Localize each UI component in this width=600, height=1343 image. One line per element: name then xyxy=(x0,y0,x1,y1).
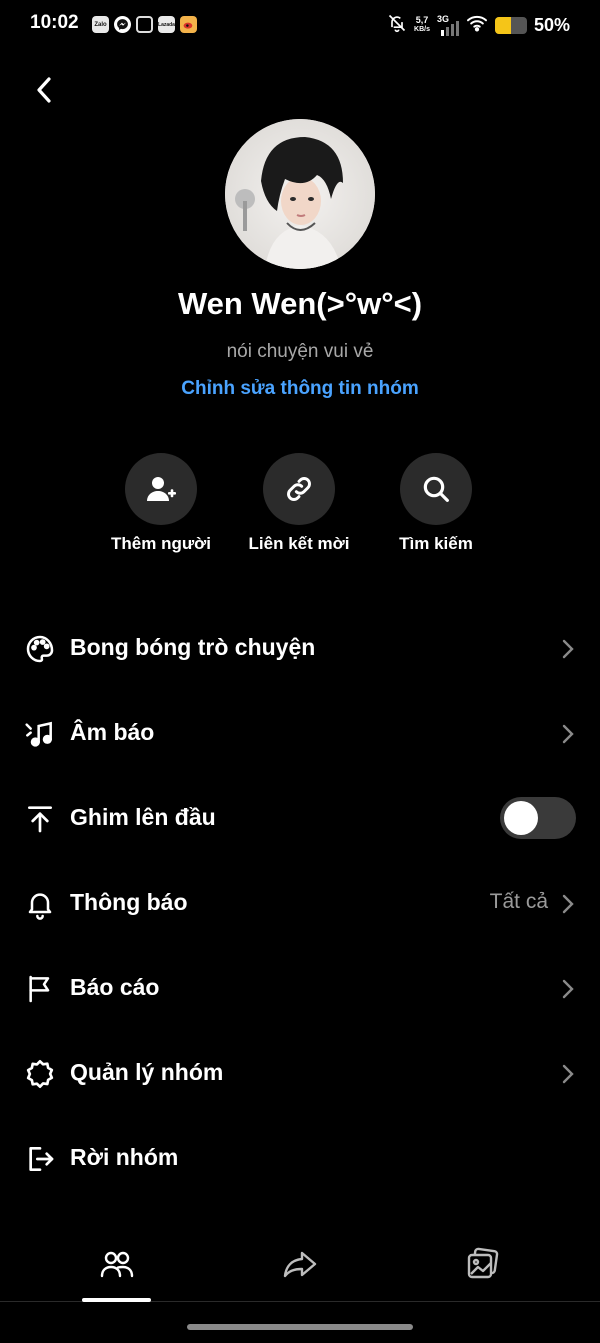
group-description: nói chuyện vui vẻ xyxy=(226,341,374,362)
group-avatar[interactable] xyxy=(225,119,375,269)
messenger-icon xyxy=(114,16,131,33)
exit-icon xyxy=(24,1143,56,1175)
report-label: Báo cáo xyxy=(70,974,160,1000)
square-app-icon xyxy=(136,16,153,33)
toggle-knob xyxy=(504,801,538,835)
invite-link-label: Liên kết mời xyxy=(248,534,350,553)
weibo-icon xyxy=(180,16,197,33)
status-app-icons: Zalo Lazada xyxy=(92,16,197,33)
sound-row[interactable]: Âm báo xyxy=(0,702,600,766)
signal-icon: 3G xyxy=(437,14,459,36)
manage-group-row[interactable]: Quản lý nhóm xyxy=(0,1042,600,1106)
tab-share[interactable] xyxy=(200,1226,400,1302)
pin-to-top-label: Ghim lên đầu xyxy=(70,804,216,830)
pin-to-top-toggle[interactable] xyxy=(500,797,576,839)
battery-percent: 50% xyxy=(533,14,570,35)
invite-link-button[interactable]: Liên kết mời xyxy=(224,453,374,554)
chevron-right-icon xyxy=(562,979,574,999)
wifi-icon xyxy=(466,14,488,37)
selected-tab-indicator xyxy=(82,1298,151,1302)
chat-bubbles-row[interactable]: Bong bóng trò chuyện xyxy=(0,617,600,681)
add-member-button[interactable]: Thêm người xyxy=(86,453,236,554)
edit-group-info-link[interactable]: Chỉnh sửa thông tin nhóm xyxy=(0,378,600,400)
silent-bell-icon xyxy=(387,13,407,38)
status-bar: 10:02 Zalo Lazada 5,7 KB/s 3G 50% xyxy=(0,0,600,52)
pin-to-top-icon xyxy=(24,803,56,835)
manage-group-label: Quản lý nhóm xyxy=(70,1059,224,1085)
search-icon xyxy=(423,476,449,502)
palette-icon xyxy=(24,633,56,665)
status-right: 5,7 KB/s 3G 50% xyxy=(387,12,570,38)
chat-bubbles-label: Bong bóng trò chuyện xyxy=(70,634,316,660)
leave-group-label: Rời nhóm xyxy=(70,1144,179,1170)
flag-icon xyxy=(24,973,56,1005)
music-note-icon xyxy=(24,718,56,750)
add-person-icon xyxy=(147,477,176,501)
battery-icon xyxy=(494,16,527,34)
notifications-label: Thông báo xyxy=(70,889,188,915)
back-button[interactable] xyxy=(24,70,64,110)
bottom-tab-bar xyxy=(0,1226,600,1302)
tab-members[interactable] xyxy=(17,1226,217,1302)
home-indicator[interactable] xyxy=(187,1324,413,1330)
zalo-icon: Zalo xyxy=(92,16,109,33)
bell-icon xyxy=(24,888,56,920)
gear-icon xyxy=(24,1058,56,1090)
pin-to-top-row: Ghim lên đầu xyxy=(0,787,600,851)
status-time: 10:02 xyxy=(30,12,79,33)
add-member-label: Thêm người xyxy=(111,534,211,553)
media-icon xyxy=(467,1247,499,1279)
sound-label: Âm báo xyxy=(70,719,155,745)
group-name: Wen Wen(>°w°<) xyxy=(177,286,423,321)
search-label: Tìm kiếm xyxy=(399,534,473,553)
notifications-value: Tất cả xyxy=(489,890,548,913)
chevron-right-icon xyxy=(562,639,574,659)
net-speed: 5,7 KB/s xyxy=(414,15,430,34)
members-icon xyxy=(100,1251,134,1278)
chevron-right-icon xyxy=(562,894,574,914)
leave-group-row[interactable]: Rời nhóm xyxy=(0,1127,600,1191)
lazada-icon: Lazada xyxy=(158,16,175,33)
back-arrow-icon xyxy=(37,77,51,103)
notifications-row[interactable]: Thông báo Tất cả xyxy=(0,872,600,936)
tab-media[interactable] xyxy=(383,1226,583,1302)
chevron-right-icon xyxy=(562,724,574,744)
search-button[interactable]: Tìm kiếm xyxy=(361,453,511,554)
link-icon xyxy=(287,477,311,501)
report-row[interactable]: Báo cáo xyxy=(0,957,600,1021)
chevron-right-icon xyxy=(562,1064,574,1084)
share-icon xyxy=(283,1251,317,1278)
